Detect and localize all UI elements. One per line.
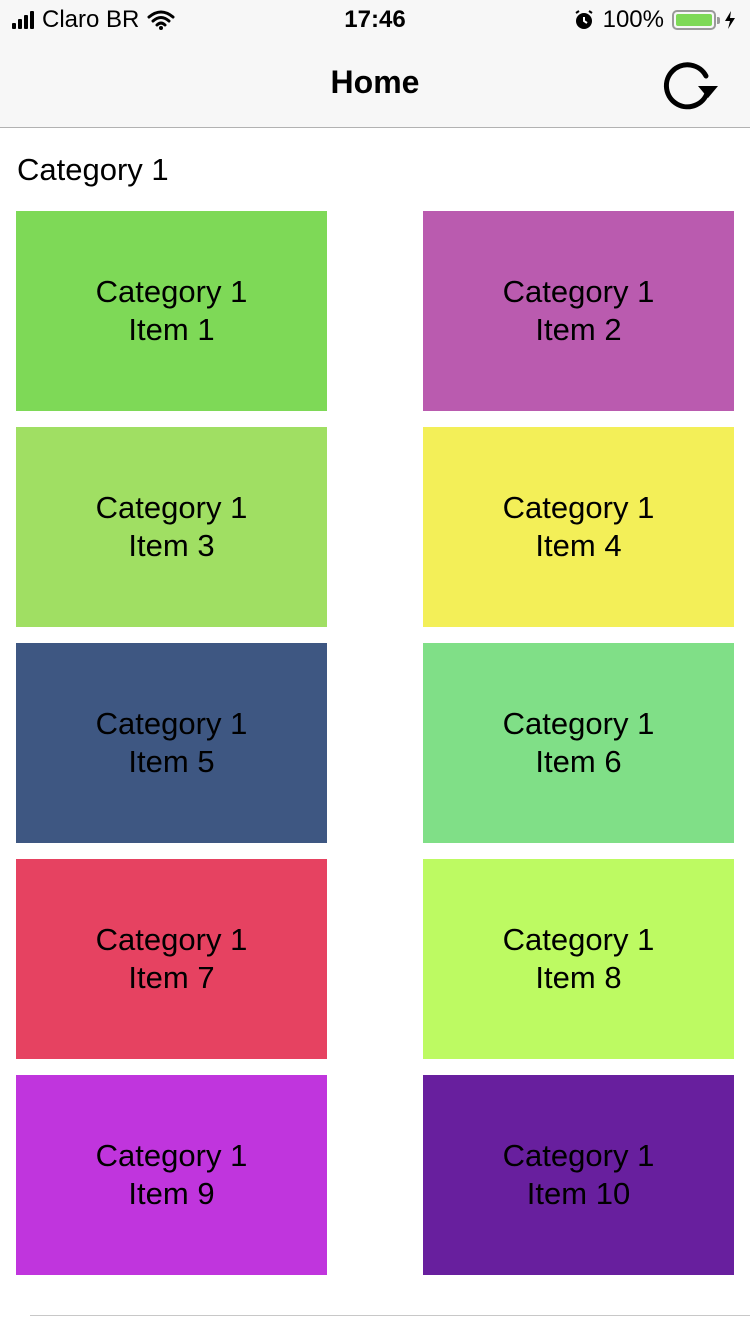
battery-fill	[676, 14, 712, 26]
charging-icon	[725, 11, 735, 29]
item-tile[interactable]: Category 1 Item 2	[423, 211, 734, 411]
item-tile[interactable]: Category 1 Item 9	[16, 1075, 327, 1275]
item-tile[interactable]: Category 1 Item 5	[16, 643, 327, 843]
item-name-label: Item 5	[128, 744, 215, 779]
divider	[30, 1315, 750, 1316]
alarm-icon	[575, 10, 593, 29]
page-title: Home	[330, 64, 420, 100]
refresh-button[interactable]	[658, 56, 720, 112]
item-tile[interactable]: Category 1 Item 7	[16, 859, 327, 1059]
item-name-label: Item 2	[535, 312, 622, 347]
item-tile[interactable]: Category 1 Item 10	[423, 1075, 734, 1275]
item-tile[interactable]: Category 1 Item 8	[423, 859, 734, 1059]
item-name-label: Item 4	[535, 528, 622, 563]
item-name-label: Item 9	[128, 1176, 215, 1211]
item-category-label: Category 1	[502, 1138, 655, 1173]
section-title: Category 1	[17, 152, 169, 187]
item-category-label: Category 1	[502, 922, 655, 957]
battery-percent: 100%	[602, 6, 664, 33]
battery-icon	[672, 10, 720, 30]
item-name-label: Item 1	[128, 312, 215, 347]
item-category-label: Category 1	[502, 274, 655, 309]
status-right: 100%	[573, 6, 736, 34]
status-bar: Claro BR 17:46 100%	[0, 0, 750, 40]
navigation-bar: Home	[0, 40, 750, 128]
items-grid: Category 1 Item 1 Category 1 Item 2 Category…	[16, 211, 734, 1275]
refresh-icon	[663, 62, 718, 110]
item-category-label: Category 1	[95, 1138, 248, 1173]
item-name-label: Item 8	[535, 960, 622, 995]
item-tile[interactable]: Category 1 Item 1	[16, 211, 327, 411]
item-category-label: Category 1	[502, 490, 655, 525]
item-category-label: Category 1	[95, 490, 248, 525]
item-name-label: Item 6	[535, 744, 622, 779]
item-category-label: Category 1	[95, 274, 248, 309]
item-category-label: Category 1	[502, 706, 655, 741]
item-category-label: Category 1	[95, 922, 248, 957]
item-name-label: Item 10	[526, 1176, 631, 1211]
item-tile[interactable]: Category 1 Item 4	[423, 427, 734, 627]
item-name-label: Item 3	[128, 528, 215, 563]
item-tile[interactable]: Category 1 Item 3	[16, 427, 327, 627]
item-category-label: Category 1	[95, 706, 248, 741]
item-name-label: Item 7	[128, 960, 215, 995]
item-tile[interactable]: Category 1 Item 6	[423, 643, 734, 843]
